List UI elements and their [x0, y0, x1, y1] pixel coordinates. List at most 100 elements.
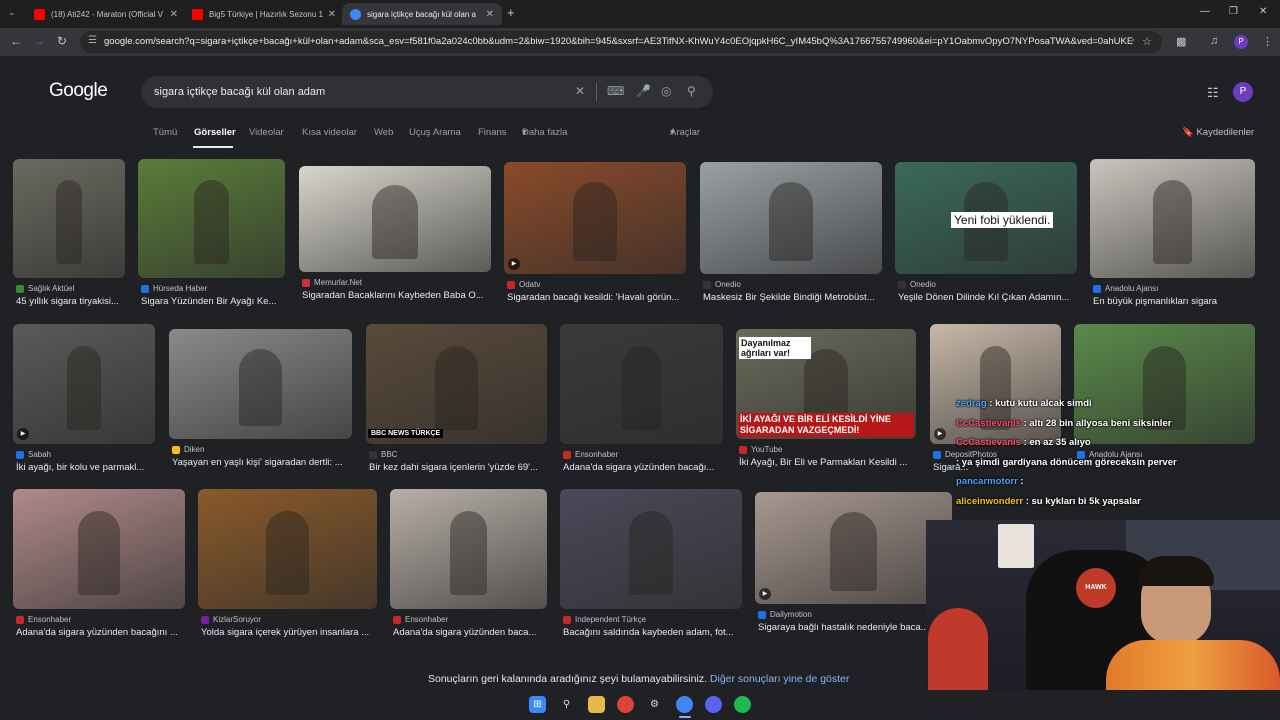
filter-all[interactable]: Tümü	[153, 127, 177, 138]
result-caption[interactable]: Bacağını saldırıda kaybeden adam, fot...	[563, 627, 745, 638]
chrome-icon[interactable]	[617, 696, 634, 713]
discord-icon[interactable]	[705, 696, 722, 713]
forward-icon[interactable]: →	[33, 34, 45, 48]
filter-web[interactable]: Web	[374, 127, 393, 138]
result-caption[interactable]: Yaşayan en yaşlı kişi' sigaradan dertli:…	[172, 457, 355, 468]
result-source[interactable]: Sağlık Aktüel	[16, 284, 74, 293]
browser-profile-avatar[interactable]: P	[1234, 35, 1248, 49]
result-caption[interactable]: Adana'da sigara yüzünden bacağını ...	[16, 627, 188, 638]
result-thumbnail[interactable]: ▶	[504, 162, 686, 274]
google-logo[interactable]: Google	[49, 80, 108, 102]
close-tab-icon[interactable]: ✕	[486, 9, 494, 20]
clear-icon[interactable]: ✕	[575, 84, 585, 98]
result-caption[interactable]: Sigaradan Bacaklarını Kaybeden Baba O...	[302, 290, 494, 301]
result-thumbnail[interactable]: ▶	[755, 492, 952, 604]
result-thumbnail[interactable]: ▶Dayanılmaz ağrıları var!İKİ AYAĞI VE Bİ…	[736, 329, 916, 439]
taskbar-search-icon[interactable]: ⚲	[558, 696, 575, 713]
search-box[interactable]: sigara içtikçe bacağı kül olan adam ✕ ⌨ …	[141, 76, 713, 108]
result-thumbnail[interactable]	[1090, 159, 1255, 278]
result-thumbnail[interactable]	[560, 489, 742, 609]
apps-grid-icon[interactable]: ☷	[1207, 85, 1219, 101]
result-caption[interactable]: İki Ayağı, Bir Eli ve Parmakları Kesildi…	[739, 457, 919, 468]
restore-icon[interactable]: ❐	[1229, 6, 1238, 17]
result-source[interactable]: Sabah	[16, 450, 51, 459]
mic-icon[interactable]: 🎤	[636, 84, 651, 98]
result-caption[interactable]: Maskesiz Bir Şekilde Bindiği Metrobüst..…	[703, 292, 885, 303]
menu-dots-icon[interactable]: ⋮	[1262, 35, 1273, 48]
account-avatar[interactable]: P	[1233, 82, 1253, 102]
search-icon[interactable]: ⚲	[687, 84, 696, 98]
tools-button[interactable]: Araçlar ▾	[670, 127, 700, 138]
search-input[interactable]: sigara içtikçe bacağı kül olan adam	[154, 86, 325, 98]
result-caption[interactable]: Sigaradan bacağı kesildi: 'Havalı görün.…	[507, 292, 689, 303]
result-source[interactable]: YouTube	[739, 445, 782, 454]
keyboard-icon[interactable]: ⌨	[607, 84, 624, 98]
result-source[interactable]: Onedio	[703, 280, 741, 289]
tab-list-icon[interactable]: ⌄	[8, 7, 16, 18]
result-source[interactable]: Dailymotion	[758, 610, 812, 619]
result-thumbnail[interactable]: Yeni fobi yüklendi.	[895, 162, 1077, 274]
result-source[interactable]: Independent Türkçe	[563, 615, 646, 624]
show-more-results-link[interactable]: Diğer sonuçları yine de göster	[710, 673, 850, 685]
tab-youtube-maraton[interactable]: (18) Ati242 - Maraton (Official V ✕	[26, 3, 186, 25]
reload-icon[interactable]: ↻	[57, 34, 67, 48]
result-thumbnail[interactable]: ▶	[13, 324, 155, 444]
result-caption[interactable]: Yeşile Dönen Dilinde Kıl Çıkan Adamın...	[898, 292, 1080, 303]
result-source[interactable]: Ensonhaber	[563, 450, 618, 459]
spotify-icon[interactable]	[734, 696, 751, 713]
result-thumbnail[interactable]	[138, 159, 285, 278]
chrome-active-icon[interactable]	[676, 696, 693, 713]
filter-videos[interactable]: Videolar	[249, 127, 284, 138]
file-explorer-icon[interactable]	[588, 696, 605, 713]
close-tab-icon[interactable]: ✕	[328, 9, 336, 20]
close-tab-icon[interactable]: ✕	[170, 9, 178, 20]
lens-icon[interactable]: ◎	[661, 84, 671, 98]
extensions-icon[interactable]: ▩	[1176, 35, 1186, 48]
result-thumbnail[interactable]	[560, 324, 723, 444]
result-caption[interactable]: Yolda sigara içerek yürüyen insanlara ..…	[201, 627, 380, 638]
settings-app-icon[interactable]: ⚙	[646, 696, 663, 713]
result-thumbnail[interactable]	[169, 329, 352, 439]
result-source[interactable]: Ensonhaber	[393, 615, 448, 624]
minimize-icon[interactable]: —	[1200, 6, 1210, 17]
back-icon[interactable]: ←	[10, 34, 22, 48]
filter-more[interactable]: Daha fazla ▾	[522, 127, 567, 138]
result-source[interactable]: Memurlar.Net	[302, 278, 362, 287]
filter-images[interactable]: Görseller	[194, 127, 236, 138]
result-source[interactable]: Odatv	[507, 280, 540, 289]
result-source[interactable]: Anadolu Ajansı	[1093, 284, 1158, 293]
chair-logo: HAWK	[1076, 568, 1116, 608]
new-tab-button[interactable]: +	[507, 5, 515, 20]
media-icon[interactable]: ♫	[1210, 35, 1218, 47]
filter-flights[interactable]: Uçuş Arama	[409, 127, 461, 138]
result-thumbnail[interactable]	[390, 489, 547, 609]
bookmark-star-icon[interactable]: ☆	[1142, 35, 1152, 48]
result-caption[interactable]: Adana'da sigara yüzünden bacağı...	[563, 462, 726, 473]
result-source[interactable]: KizlarSoruyor	[201, 615, 261, 624]
result-source[interactable]: BBC	[369, 450, 397, 459]
filter-finance[interactable]: Finans	[478, 127, 507, 138]
filter-short-videos[interactable]: Kısa videolar	[302, 127, 357, 138]
tab-google-search[interactable]: sigara içtikçe bacağı kül olan a ✕	[342, 3, 502, 25]
close-window-icon[interactable]: ✕	[1259, 6, 1267, 17]
result-source[interactable]: Hürseda Haber	[141, 284, 207, 293]
saved-button[interactable]: 🔖 Kaydedilenler	[1182, 127, 1254, 138]
result-thumbnail[interactable]	[198, 489, 377, 609]
result-thumbnail[interactable]: BBC NEWS TÜRKÇE	[366, 324, 547, 444]
result-caption[interactable]: En büyük pişmanlıkları sigara	[1093, 296, 1258, 307]
result-source[interactable]: Diken	[172, 445, 204, 454]
result-caption[interactable]: İki ayağı, bir kolu ve parmakl...	[16, 462, 166, 473]
result-caption[interactable]: Adana'da sigara yüzünden baca...	[393, 627, 550, 638]
result-thumbnail[interactable]	[299, 166, 491, 272]
result-thumbnail[interactable]	[700, 162, 882, 274]
result-caption[interactable]: Bir kez dahi sigara içenlerin 'yüzde 69'…	[369, 462, 550, 473]
result-thumbnail[interactable]	[13, 489, 185, 609]
result-source[interactable]: Onedio	[898, 280, 936, 289]
windows-start-icon[interactable]: ⊞	[529, 696, 546, 713]
tab-youtube-big5[interactable]: Big5 Türkiye | Hazırlık Sezonu 1 ✕	[184, 3, 344, 25]
result-thumbnail[interactable]	[13, 159, 125, 278]
url-field[interactable]: ☰ google.com/search?q=sigara+içtikçe+bac…	[80, 31, 1162, 53]
result-source[interactable]: Ensonhaber	[16, 615, 71, 624]
site-info-icon[interactable]: ☰	[88, 35, 97, 46]
result-caption[interactable]: Sigara Yüzünden Bir Ayağı Ke...	[141, 296, 291, 307]
